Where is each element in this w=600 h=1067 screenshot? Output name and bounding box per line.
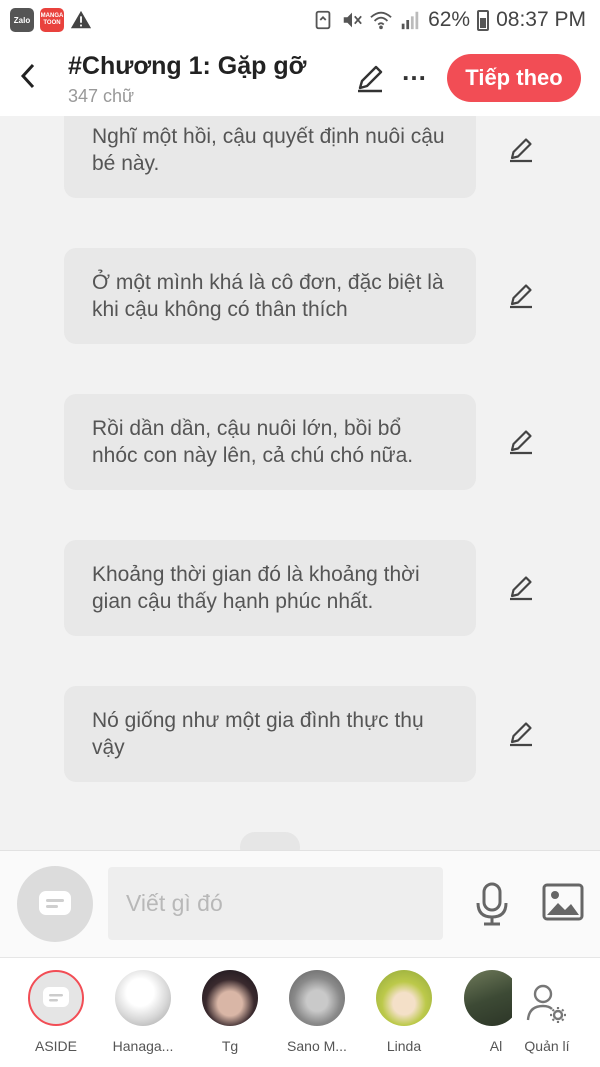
chevron-left-icon: [20, 63, 35, 89]
character-avatar: [115, 970, 171, 1026]
edit-line-pencil-icon[interactable]: [506, 718, 536, 748]
message-input[interactable]: [108, 867, 443, 940]
warning-icon: [70, 10, 92, 29]
character-avatar: [464, 970, 512, 1026]
zalo-app-icon: Zalo: [10, 8, 34, 32]
chat-bubble-icon: [39, 891, 71, 915]
aside-icon: [43, 987, 69, 1007]
line-row: Khoảng thời gian đó là khoảng thời gian …: [0, 540, 600, 636]
aside-avatar: [28, 970, 84, 1026]
character-tg[interactable]: Tg: [190, 970, 270, 1060]
line-row: Rồi dần dần, cậu nuôi lớn, bồi bổ nhóc c…: [0, 394, 600, 490]
story-lines[interactable]: Nghĩ một hồi, cậu quyết định nuôi cậu bé…: [0, 116, 600, 850]
narration-bubble[interactable]: Nó giống như một gia đình thực thụ vậy: [64, 686, 476, 782]
manage-label: Quản lí: [524, 1038, 570, 1054]
image-icon[interactable]: [541, 881, 585, 923]
signal-icon: [401, 11, 419, 30]
battery-percent: 62%: [428, 8, 471, 31]
narration-bubble[interactable]: Khoảng thời gian đó là khoảng thời gian …: [64, 540, 476, 636]
mute-icon: [343, 12, 362, 28]
character-name: Al: [489, 1038, 503, 1054]
scroll-indicator: [240, 832, 300, 850]
chapter-header: #Chương 1: Gặp gỡ 347 chữ … Tiếp theo: [0, 40, 600, 116]
character-al[interactable]: Al: [448, 970, 512, 1060]
notification-icons: Zalo MANGA TOON: [10, 8, 92, 32]
more-options-button[interactable]: …: [398, 58, 430, 92]
character-name: Sano M...: [287, 1038, 347, 1054]
narration-bubble[interactable]: Ở một mình khá là cô đơn, đặc biệt là kh…: [64, 248, 476, 344]
clock: 08:37 PM: [496, 8, 586, 31]
system-status: 62% 08:37 PM: [312, 8, 586, 32]
edit-line-pencil-icon[interactable]: [506, 280, 536, 310]
character-aside[interactable]: ASIDE: [16, 970, 96, 1060]
character-avatar: [376, 970, 432, 1026]
line-row: Ở một mình khá là cô đơn, đặc biệt là kh…: [0, 248, 600, 344]
character-bar: ASIDE Hanaga... Tg Sano M... Linda Al Qu…: [0, 957, 600, 1067]
edit-title-pencil-icon[interactable]: [354, 62, 386, 94]
character-avatar: [202, 970, 258, 1026]
edit-line-pencil-icon[interactable]: [506, 134, 536, 164]
mangatoon-app-icon: MANGA TOON: [40, 8, 64, 32]
character-linda[interactable]: Linda: [364, 970, 444, 1060]
battery-icon: [477, 9, 490, 31]
character-sano[interactable]: Sano M...: [277, 970, 357, 1060]
manage-characters-button[interactable]: Quản lí: [512, 970, 582, 1060]
edit-line-pencil-icon[interactable]: [506, 572, 536, 602]
composer-bar: [0, 850, 600, 957]
status-bar: Zalo MANGA TOON 62% 08:37 PM: [0, 0, 600, 40]
word-count: 347 chữ: [68, 86, 135, 106]
back-button[interactable]: [12, 58, 44, 94]
line-row: Nghĩ một hồi, cậu quyết định nuôi cậu bé…: [0, 116, 600, 198]
character-hanaga[interactable]: Hanaga...: [103, 970, 183, 1060]
narration-bubble[interactable]: Nghĩ một hồi, cậu quyết định nuôi cậu bé…: [64, 116, 476, 198]
edit-line-pencil-icon[interactable]: [506, 426, 536, 456]
character-name: Tg: [221, 1038, 239, 1054]
character-name: ASIDE: [34, 1038, 77, 1054]
user-settings-icon: [526, 984, 566, 1023]
aside-toggle-button[interactable]: [17, 866, 93, 942]
character-avatar: [289, 970, 345, 1026]
next-chapter-button[interactable]: Tiếp theo: [447, 54, 581, 102]
microphone-icon[interactable]: [472, 881, 512, 927]
wifi-icon: [370, 11, 392, 30]
chapter-title: #Chương 1: Gặp gỡ: [68, 52, 307, 80]
narration-bubble[interactable]: Rồi dần dần, cậu nuôi lớn, bồi bổ nhóc c…: [64, 394, 476, 490]
character-name: Hanaga...: [112, 1038, 174, 1054]
character-name: Linda: [386, 1038, 422, 1054]
line-row: Nó giống như một gia đình thực thụ vậy: [0, 686, 600, 782]
recycle-icon: [315, 10, 331, 30]
